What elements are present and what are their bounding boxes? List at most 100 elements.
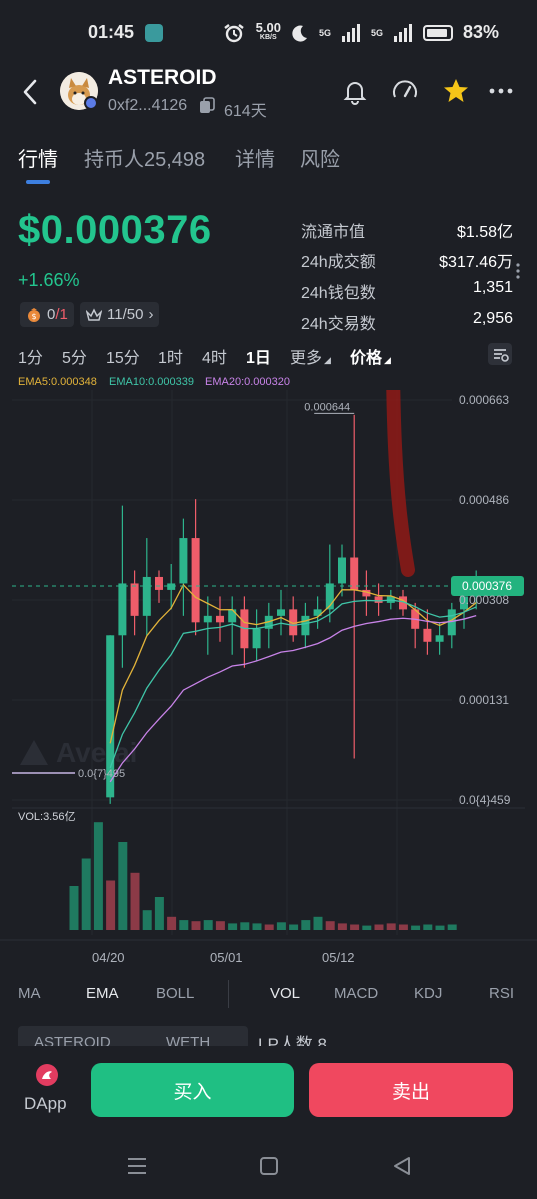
bag-pill[interactable]: $ 0/1 <box>20 302 74 327</box>
battery-icon <box>422 24 453 41</box>
indicator-ma[interactable]: MA <box>18 985 41 1002</box>
signal-icon-2 <box>393 23 412 42</box>
price-chart[interactable]: Ave.ai 0.000376 0.000663 0.000486 0.000308… <box>0 390 537 975</box>
back-arrow-icon[interactable] <box>22 78 38 106</box>
volume-bar <box>252 923 262 930</box>
low-label: 0.0{7}495 <box>78 768 125 780</box>
stat-label-mcap: 流通市值 <box>301 224 366 241</box>
volume-bar <box>313 916 323 930</box>
y-tick-label: 0.000131 <box>459 693 509 707</box>
x-tick-label: 04/20 <box>92 950 125 965</box>
volume-bar <box>167 916 177 930</box>
volume-bar <box>447 924 457 930</box>
stat-value-trades: 2,956 <box>472 310 513 327</box>
candles <box>106 414 481 804</box>
candle-body <box>435 635 444 642</box>
token-address[interactable]: 0xf2...4126 <box>108 97 187 115</box>
chart-settings-icon[interactable] <box>488 343 512 365</box>
bell-icon[interactable] <box>340 76 370 106</box>
back-nav-icon[interactable] <box>392 1155 412 1177</box>
chain-badge-icon <box>84 96 98 110</box>
indicator-kdj[interactable]: KDJ <box>414 985 442 1002</box>
star-icon[interactable] <box>441 76 471 106</box>
indicator-vol[interactable]: VOL <box>270 985 300 1002</box>
annotation-arrow-icon <box>386 390 415 577</box>
home-nav-icon[interactable] <box>259 1156 279 1176</box>
tab-details[interactable]: 详情 <box>235 143 275 172</box>
candle-body <box>167 583 176 590</box>
app-notification-icon <box>145 24 163 42</box>
y-axis-labels: 0.000663 0.000486 0.000308 0.000131 0.0{4}45… <box>459 393 511 807</box>
y-tick-label: 0.000486 <box>459 493 509 507</box>
status-right: 5.00 KB/S 5G 5G 83% <box>222 19 499 43</box>
more-dots-icon[interactable] <box>486 76 516 106</box>
copy-icon[interactable] <box>199 97 215 114</box>
volume-bar <box>69 886 79 930</box>
tab-risk[interactable]: 风险 <box>300 143 340 172</box>
caret-down-icon: ◢ <box>324 355 331 365</box>
interval-1m[interactable]: 1分 <box>18 344 43 368</box>
volume-bar <box>93 822 103 930</box>
money-bag-icon: $ <box>28 307 40 322</box>
ema10-line <box>109 599 477 769</box>
x-tick-label: 05/12 <box>322 950 355 965</box>
volume-bar <box>130 872 140 930</box>
candle-body <box>301 615 310 636</box>
stat-value-volume: $317.46万 <box>439 254 513 271</box>
dapp-label[interactable]: DApp <box>24 1094 67 1114</box>
interval-more[interactable]: 更多 ◢ <box>290 344 331 368</box>
ema5-legend: EMA5:0.000348 <box>18 376 97 388</box>
signal-1-label: 5G <box>318 27 331 38</box>
tab-holders[interactable]: 持币人25,498 <box>84 143 205 172</box>
volume-bar <box>398 924 408 930</box>
volume-bars <box>69 822 457 930</box>
candle-body <box>191 538 200 623</box>
indicator-boll[interactable]: BOLL <box>156 985 194 1002</box>
volume-bar <box>81 858 91 930</box>
tab-market[interactable]: 行情 <box>18 143 58 172</box>
current-price-tag-text: 0.000376 <box>462 579 512 593</box>
gauge-icon[interactable] <box>390 76 420 106</box>
interval-1h[interactable]: 1时 <box>158 344 183 368</box>
menu-nav-icon[interactable] <box>126 1156 148 1176</box>
y-tick-label: 0.000663 <box>459 393 509 407</box>
volume-bar <box>191 921 201 930</box>
indicator-divider <box>228 980 229 1008</box>
current-price: $0.000376 <box>18 208 212 252</box>
candle-body <box>228 609 237 623</box>
alarm-icon <box>223 23 244 42</box>
candle-body <box>118 583 127 636</box>
interval-4h[interactable]: 4时 <box>202 344 227 368</box>
candle-body <box>277 609 285 616</box>
indicator-rsi[interactable]: RSI <box>489 985 514 1002</box>
volume-bar <box>435 925 445 930</box>
volume-bar <box>289 924 299 930</box>
net-speed: 5.00 KB/S <box>255 19 281 41</box>
price-toggle[interactable]: 价格 ◢ <box>350 344 391 368</box>
score-pill[interactable]: 11/50 › <box>80 302 160 327</box>
volume-bar <box>142 910 152 930</box>
buy-button[interactable]: 买入 <box>91 1063 294 1117</box>
moon-icon <box>292 25 307 42</box>
x-tick-label: 05/01 <box>210 950 243 965</box>
side-more-icon[interactable] <box>516 262 520 280</box>
sell-button[interactable]: 卖出 <box>309 1063 513 1117</box>
tab-underline <box>26 180 50 184</box>
indicator-macd[interactable]: MACD <box>334 985 378 1002</box>
crown-icon <box>86 307 102 321</box>
volume-bar <box>215 921 225 930</box>
candle-body <box>155 576 163 590</box>
y-tick-label: 0.000308 <box>459 593 509 607</box>
volume-bar <box>264 924 274 930</box>
interval-1d[interactable]: 1日 <box>246 344 271 368</box>
ema20-legend: EMA20:0.000320 <box>205 376 291 388</box>
indicator-ema[interactable]: EMA <box>86 985 119 1002</box>
interval-15m[interactable]: 15分 <box>106 344 140 368</box>
interval-5m[interactable]: 5分 <box>62 344 87 368</box>
volume-bar <box>301 920 311 930</box>
dapp-icon[interactable] <box>36 1064 58 1086</box>
stat-value-wallets: 1,351 <box>472 279 513 296</box>
interval-more-label: 更多 <box>290 350 323 367</box>
watermark-text: Ave.ai <box>56 737 137 768</box>
volume-bar <box>386 923 396 930</box>
